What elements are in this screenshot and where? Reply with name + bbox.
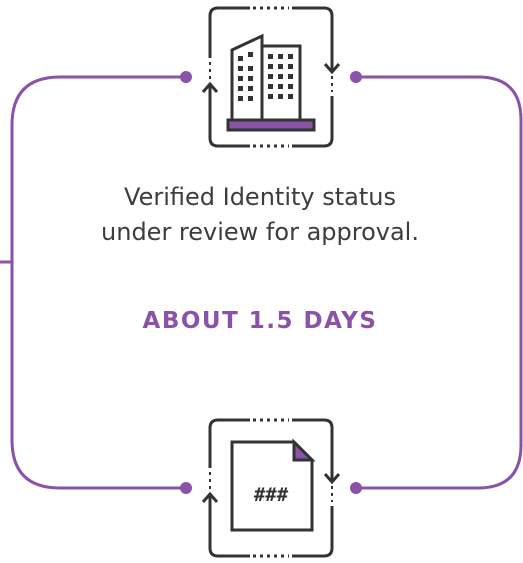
document-label: ### xyxy=(254,484,289,506)
building-base xyxy=(226,118,316,132)
status-line-1: Verified Identity status xyxy=(124,183,396,211)
document-corner-fold xyxy=(292,438,316,462)
process-loop xyxy=(0,75,523,490)
duration-label: ABOUT 1.5 DAYS xyxy=(142,308,378,334)
connector-dots xyxy=(180,71,362,494)
building-windows xyxy=(238,52,293,101)
status-line-2: under review for approval. xyxy=(101,218,419,246)
process-diagram: ### xyxy=(0,6,523,558)
status-description: Verified Identity status under review fo… xyxy=(60,180,460,250)
